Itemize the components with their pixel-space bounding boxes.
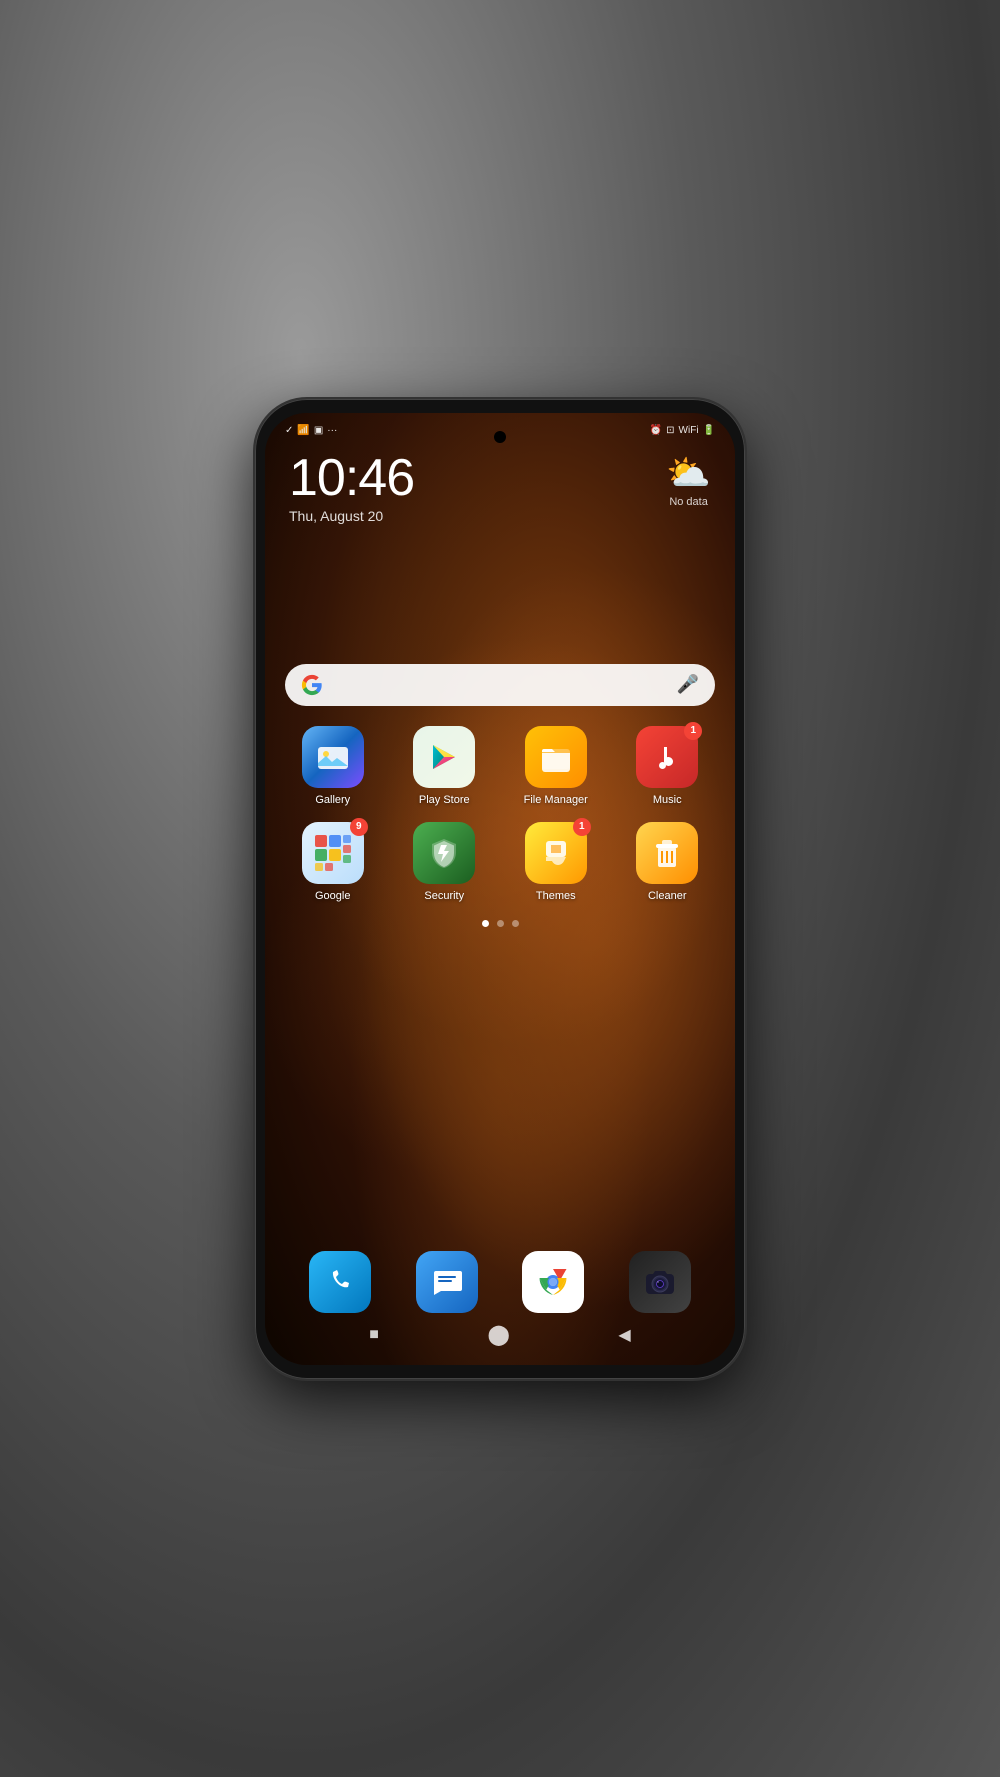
status-left: ✓ 📶 ▣ ··· [285, 425, 337, 436]
playstore-label: Play Store [419, 794, 470, 806]
filemanager-label: File Manager [524, 794, 588, 806]
playstore-icon-wrap [413, 726, 475, 788]
notification-sim-icon: 📶 [297, 425, 309, 436]
dock-camera[interactable] [611, 1251, 710, 1313]
notification-more-icon: ··· [327, 425, 337, 436]
home-button[interactable]: ⬤ [487, 1322, 509, 1347]
app-filemanager[interactable]: File Manager [504, 726, 608, 806]
google-g-icon [301, 674, 323, 696]
punch-hole-camera [494, 431, 506, 443]
google-badge: 9 [350, 818, 368, 836]
dock-phone-icon [309, 1251, 371, 1313]
notification-check-icon: ✓ [285, 425, 293, 436]
weather-widget[interactable]: ⛅ No data [666, 452, 711, 508]
dock-messages[interactable] [398, 1251, 497, 1313]
gallery-icon-wrap [302, 726, 364, 788]
dock [275, 1251, 725, 1313]
cleaner-icon-wrap [636, 822, 698, 884]
themes-label: Themes [536, 890, 576, 902]
app-playstore[interactable]: Play Store [393, 726, 497, 806]
google-label: Google [315, 890, 350, 902]
clock-time: 10:46 [289, 452, 414, 504]
clock-date: Thu, August 20 [289, 508, 414, 524]
music-badge: 1 [684, 722, 702, 740]
battery-icon: 🔋 [703, 425, 715, 436]
app-security[interactable]: Security [393, 822, 497, 902]
page-dot-2[interactable] [497, 920, 504, 927]
back-button[interactable]: ◀ [618, 1325, 630, 1345]
app-music[interactable]: 1 Music [616, 726, 720, 806]
filemanager-icon-wrap [525, 726, 587, 788]
app-themes[interactable]: 1 Themes [504, 822, 608, 902]
security-icon-wrap [413, 822, 475, 884]
page-dot-3[interactable] [512, 920, 519, 927]
mic-icon[interactable]: 🎤 [677, 674, 699, 695]
alarm-icon: ⏰ [650, 425, 662, 436]
gallery-label: Gallery [315, 794, 350, 806]
security-label: Security [424, 890, 464, 902]
music-label: Music [653, 794, 682, 806]
app-gallery[interactable]: Gallery [281, 726, 385, 806]
themes-icon-wrap: 1 [525, 822, 587, 884]
wifi-icon: WiFi [679, 425, 699, 436]
dock-chrome[interactable] [504, 1251, 603, 1313]
status-right: ⏰ ⊡ WiFi 🔋 [650, 425, 715, 436]
notification-screen-icon: ▣ [314, 425, 323, 436]
music-icon-wrap: 1 [636, 726, 698, 788]
google-icon-wrap: 9 [302, 822, 364, 884]
clock-widget: 10:46 Thu, August 20 [289, 452, 414, 524]
dock-phone[interactable] [291, 1251, 390, 1313]
cleaner-label: Cleaner [648, 890, 687, 902]
phone-screen: ✓ 📶 ▣ ··· ⏰ ⊡ WiFi 🔋 10:46 Thu, August 2… [265, 413, 735, 1365]
weather-text: No data [669, 496, 708, 508]
search-bar[interactable]: 🎤 [285, 664, 715, 706]
clock-area: 10:46 Thu, August 20 ⛅ No data [265, 440, 735, 524]
phone-outer: ✓ 📶 ▣ ··· ⏰ ⊡ WiFi 🔋 10:46 Thu, August 2… [255, 399, 745, 1379]
app-google[interactable]: 9 Google [281, 822, 385, 902]
page-dot-1[interactable] [482, 920, 489, 927]
app-cleaner[interactable]: Cleaner [616, 822, 720, 902]
themes-badge: 1 [573, 818, 591, 836]
dock-camera-icon [629, 1251, 691, 1313]
nav-bar: ■ ⬤ ◀ [265, 1315, 735, 1355]
recents-button[interactable]: ■ [369, 1326, 379, 1344]
search-input[interactable] [333, 675, 667, 695]
dock-chrome-icon [522, 1251, 584, 1313]
screen-record-icon: ⊡ [666, 425, 674, 436]
app-grid: Gallery [265, 706, 735, 902]
page-dots [265, 920, 735, 927]
dock-messages-icon [416, 1251, 478, 1313]
weather-icon: ⛅ [666, 452, 711, 494]
